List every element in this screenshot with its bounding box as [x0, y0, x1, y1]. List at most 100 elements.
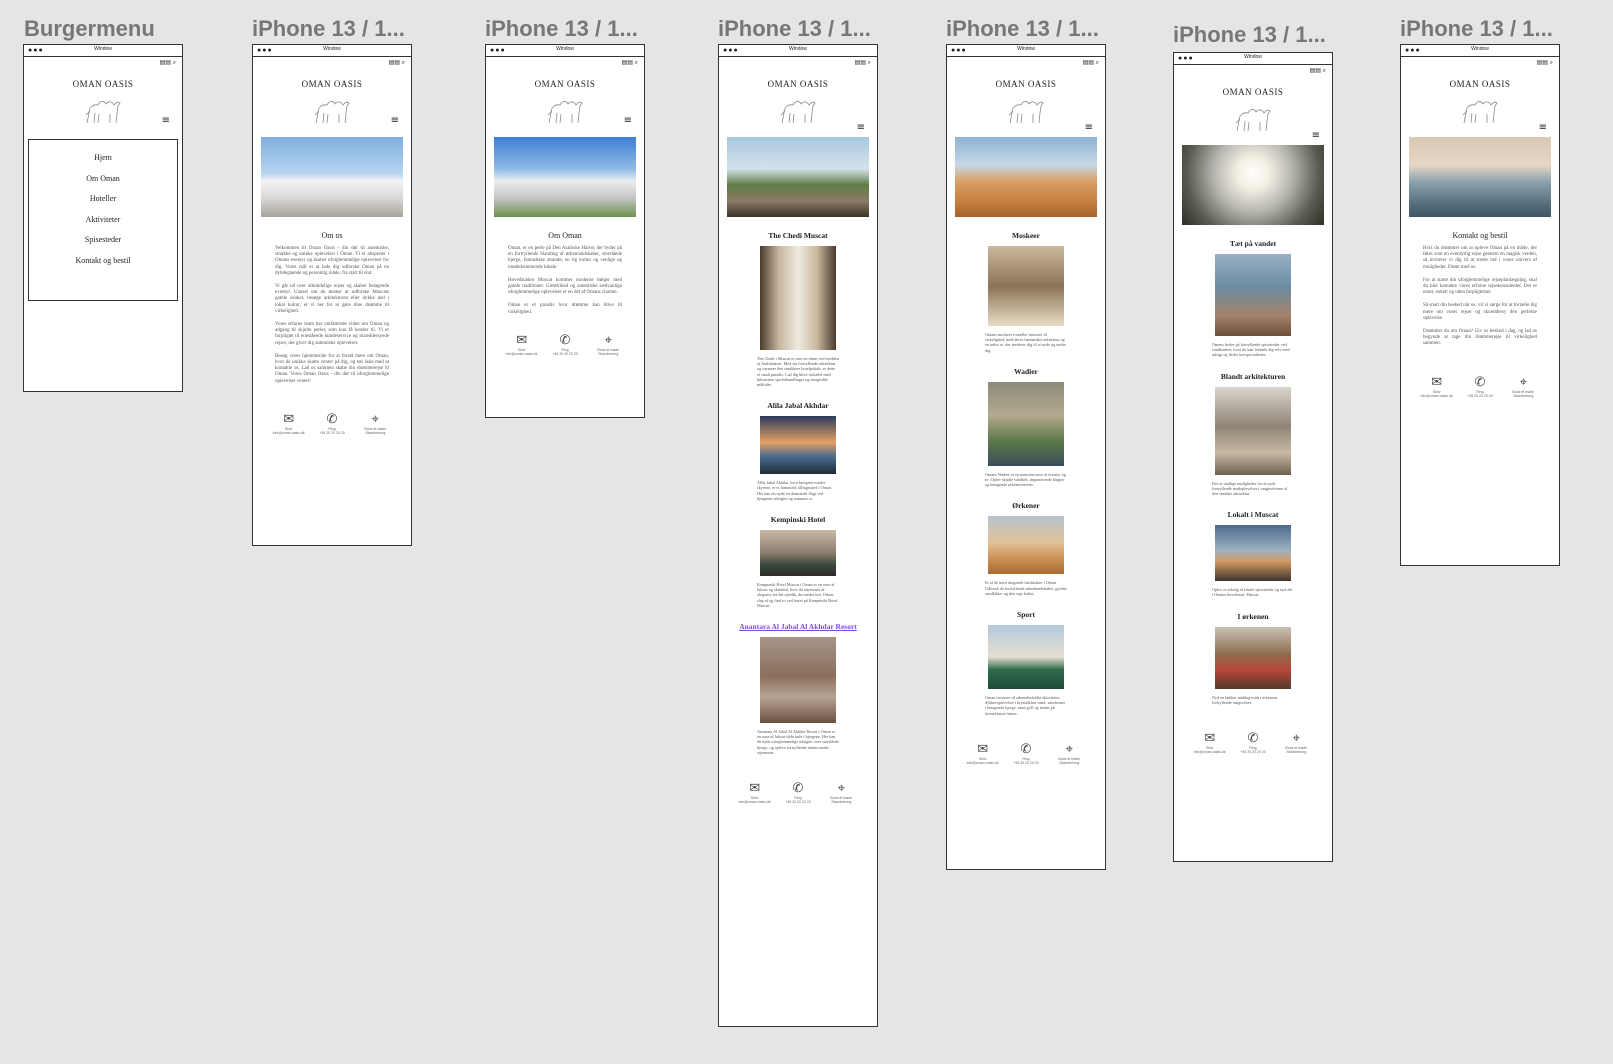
footer-phone[interactable]: ✆ Ring +45 20 20 20 20	[312, 412, 352, 435]
footer-meeting[interactable]: ⌖ Book et møde Skanderborg	[1049, 742, 1089, 765]
hamburger-icon[interactable]: ≡	[624, 116, 632, 126]
activity-title[interactable]: Moskeer	[947, 231, 1105, 240]
footer-phone[interactable]: ✆ Ring +45 20 20 20 20	[1006, 742, 1046, 765]
section-heading: Om os	[321, 231, 343, 240]
browser-tools-icon[interactable]: ▤▤ ⌕	[389, 59, 405, 67]
restaurant-image[interactable]	[1215, 626, 1291, 689]
footer-meeting[interactable]: ⌖ Book et møde Skanderborg	[355, 412, 395, 435]
window-title: Window	[323, 46, 341, 52]
footer-phone[interactable]: ✆ Ring +45 20 20 20 20	[778, 781, 818, 804]
activity-image[interactable]	[988, 625, 1064, 690]
footer-email[interactable]: ✉ Skriv info@oman-oasis.dk	[735, 781, 775, 804]
menu-item-kontakt[interactable]: Kontakt og bestil	[29, 251, 177, 272]
footer-value: Skanderborg	[1513, 393, 1534, 398]
footer-meeting[interactable]: ⌖ Book et møde Skanderborg	[821, 781, 861, 804]
footer-value: info@oman-oasis.dk	[966, 760, 999, 765]
hamburger-icon[interactable]: ≡	[857, 123, 865, 133]
footer-email[interactable]: ✉ Skriv info@oman-oasis.dk	[1417, 375, 1457, 398]
activity-title[interactable]: Ørkener	[947, 501, 1105, 510]
restaurant-title[interactable]: I ørkenen	[1174, 612, 1332, 621]
browser-tools-icon[interactable]: ▤▤ ⌕	[1310, 67, 1326, 75]
hotel-image[interactable]	[760, 416, 836, 475]
frame-title-hoteller: iPhone 13 / 1...	[718, 16, 871, 41]
hotel-image[interactable]	[760, 246, 836, 350]
hero-image	[1182, 145, 1324, 225]
hotel-image[interactable]	[760, 530, 836, 577]
camel-logo-icon[interactable]	[1460, 93, 1500, 129]
frame-title-spisesteder: iPhone 13 / 1...	[1173, 22, 1326, 47]
hamburger-icon[interactable]: ≡	[162, 116, 170, 126]
activity-title[interactable]: Wadier	[947, 367, 1105, 376]
camel-logo-icon[interactable]	[778, 93, 818, 129]
footer-phone[interactable]: ✆ Ring +45 20 20 20 20	[1460, 375, 1500, 398]
restaurant-image[interactable]	[1215, 254, 1291, 336]
menu-item-om-oman[interactable]: Om Oman	[29, 169, 177, 190]
restaurant-title[interactable]: Blandt arkitekturen	[1174, 372, 1332, 381]
camel-logo-icon[interactable]	[312, 93, 352, 129]
brand-name: OMAN OASIS	[1222, 87, 1284, 97]
footer-email[interactable]: ✉ Skriv info@oman-oasis.dk	[963, 742, 1003, 765]
mail-icon: ✉	[977, 741, 989, 757]
hero-image	[727, 137, 869, 217]
location-icon: ⌖	[1065, 741, 1073, 757]
restaurant-image[interactable]	[1215, 525, 1291, 582]
browser-tools-icon[interactable]: ▤▤ ⌕	[622, 59, 638, 67]
hamburger-icon[interactable]: ≡	[1312, 131, 1320, 141]
camel-logo-icon[interactable]	[1006, 93, 1046, 129]
hamburger-icon[interactable]: ≡	[391, 116, 399, 126]
camel-logo-icon[interactable]	[1233, 101, 1273, 137]
window-title: Window	[1471, 46, 1489, 52]
hamburger-icon[interactable]: ≡	[1539, 123, 1547, 133]
footer-value: +45 20 20 20 20	[1240, 750, 1266, 755]
restaurant-title[interactable]: Lokalt i Muscat	[1174, 510, 1332, 519]
camel-logo-icon[interactable]	[545, 93, 585, 129]
footer-value: Skanderborg	[1059, 760, 1080, 765]
phone-icon: ✆	[559, 332, 571, 348]
footer-value: info@oman-oasis.dk	[1193, 750, 1226, 755]
footer-email[interactable]: ✉ Skriv info@oman-oasis.dk	[502, 333, 542, 356]
footer: ✉ Skriv info@oman-oasis.dk ✆ Ring +45 20 20 …	[719, 761, 877, 812]
menu-item-hjem[interactable]: Hjem	[29, 148, 177, 169]
menu-item-aktiviteter[interactable]: Aktiviteter	[29, 210, 177, 231]
activity-image[interactable]	[988, 246, 1064, 326]
menu-item-spisesteder[interactable]: Spisesteder	[29, 230, 177, 251]
footer-meeting[interactable]: ⌖ Book et møde Skanderborg	[588, 333, 628, 356]
footer-value: info@oman-oasis.dk	[505, 351, 538, 356]
hotel-title[interactable]: The Chedi Muscat	[719, 231, 877, 240]
paragraph: Hovedstaden Muscat kommer moderne bølger…	[508, 277, 622, 296]
footer-meeting[interactable]: ⌖ Book et møde Skanderborg	[1503, 375, 1543, 398]
footer-email[interactable]: ✉ Skriv info@oman-oasis.dk	[1190, 731, 1230, 754]
hotel-image[interactable]	[760, 637, 836, 724]
activity-title[interactable]: Sport	[947, 610, 1105, 619]
restaurant-title[interactable]: Tæt på vandet	[1174, 239, 1332, 248]
footer-meeting[interactable]: ⌖ Book et møde Skanderborg	[1276, 731, 1316, 754]
camel-logo-icon[interactable]	[83, 93, 123, 129]
activity-description: Oman inviterer til adrenalinfyldte aktiv…	[985, 695, 1066, 716]
hotel-title[interactable]: Kempinski Hotel	[719, 515, 877, 524]
hamburger-icon[interactable]: ≡	[1085, 123, 1093, 133]
location-icon: ⌖	[1292, 731, 1300, 747]
browser-tools-icon[interactable]: ▤▤ ⌕	[1083, 59, 1099, 67]
footer-value: info@oman-oasis.dk	[1420, 393, 1453, 398]
paragraph: Vores erfarne team har omfattende viden …	[275, 322, 389, 346]
restaurant-image[interactable]	[1215, 386, 1291, 475]
footer-phone[interactable]: ✆ Ring +45 20 20 20 20	[545, 333, 585, 356]
footer-value: +45 20 20 20 20	[552, 351, 578, 356]
paragraph: Drømmer du om Oman? Giv os besked i dag,…	[1423, 329, 1537, 347]
section-heading: Kontakt og bestil	[1452, 231, 1508, 240]
location-icon: ⌖	[604, 332, 612, 348]
browser-tools-icon[interactable]: ▤▤ ⌕	[160, 59, 176, 67]
footer-value: Skanderborg	[365, 430, 386, 435]
footer-value: Skanderborg	[831, 800, 852, 805]
brand-name: OMAN OASIS	[995, 79, 1057, 89]
browser-tools-icon[interactable]: ▤▤ ⌕	[1537, 59, 1553, 67]
footer-phone[interactable]: ✆ Ring +45 20 20 20 20	[1233, 731, 1273, 754]
footer-email[interactable]: ✉ Skriv info@oman-oasis.dk	[269, 412, 309, 435]
browser-tools-icon[interactable]: ▤▤ ⌕	[855, 59, 871, 67]
frame-title-kontakt: iPhone 13 / 1...	[1400, 16, 1553, 41]
hotel-title-link[interactable]: Anantara Al Jabal Al Akhdar Resort	[719, 622, 877, 631]
hotel-title[interactable]: Alila Jabal Akhdar	[719, 401, 877, 410]
activity-image[interactable]	[988, 516, 1064, 575]
menu-item-hoteller[interactable]: Hoteller	[29, 189, 177, 210]
activity-image[interactable]	[988, 381, 1064, 466]
